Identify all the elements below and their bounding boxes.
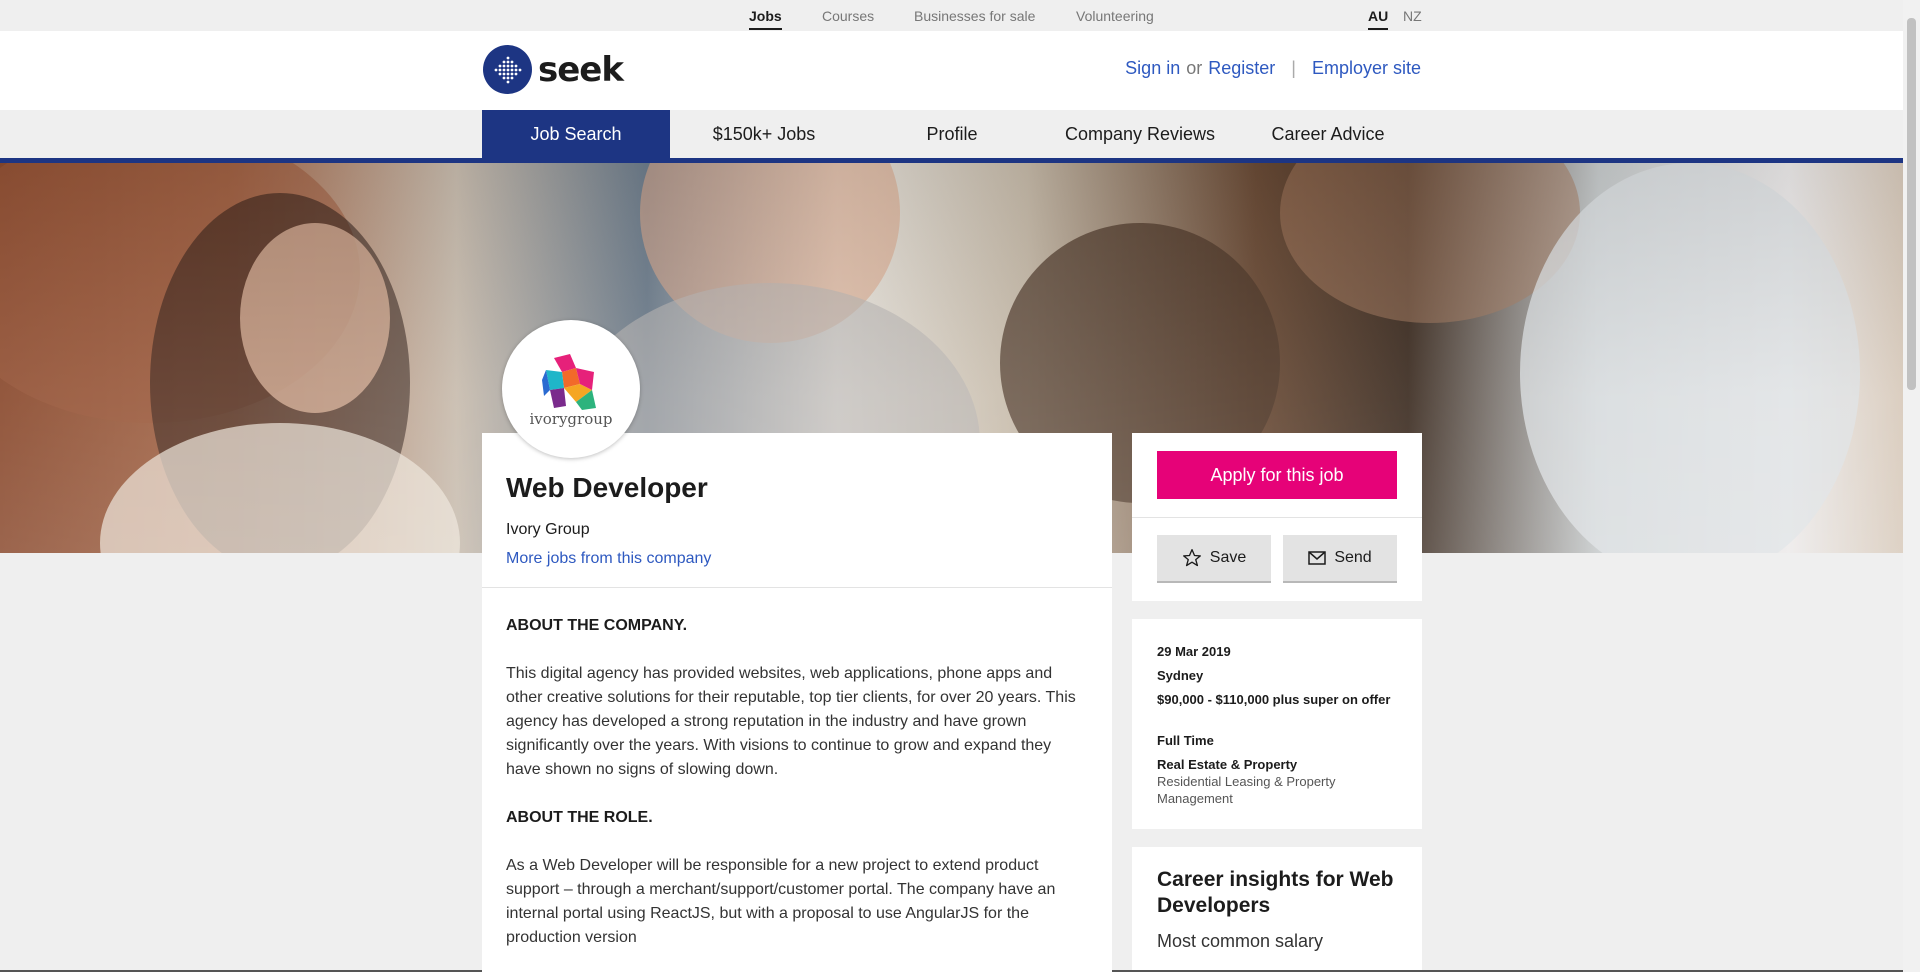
job-description: ABOUT THE COMPANY. This digital agency h… [506,614,1086,972]
nav-job-search[interactable]: Job Search [482,110,670,158]
nav-career-advice[interactable]: Career Advice [1234,110,1422,158]
scrollbar-thumb[interactable] [1907,18,1916,390]
seek-logo-text: seek [538,49,624,90]
topbar-link-courses[interactable]: Courses [822,8,874,24]
more-jobs-link[interactable]: More jobs from this company [506,550,711,568]
seek-logo-icon [483,45,532,94]
about-role-text: As a Web Developer will be responsible f… [506,857,1056,946]
company-name: Ivory Group [506,521,590,538]
apply-card: Apply for this job Save Send [1132,433,1422,601]
topbar-link-jobs[interactable]: Jobs [749,8,782,30]
nav-profile[interactable]: Profile [858,110,1046,158]
send-label: Send [1334,549,1372,566]
about-company-heading: ABOUT THE COMPANY. [506,617,688,634]
separator: | [1291,58,1296,78]
region-nz[interactable]: NZ [1403,8,1422,24]
nav-company-reviews[interactable]: Company Reviews [1046,110,1234,158]
save-button[interactable]: Save [1157,535,1271,583]
main-nav: Job Search $150k+ Jobs Profile Company R… [0,110,1903,158]
sign-in-link[interactable]: Sign in [1125,58,1180,79]
job-title: Web Developer [506,472,708,503]
register-link[interactable]: Register [1208,58,1275,79]
most-common-salary-label: Most common salary [1157,931,1324,951]
job-location: Sydney [1157,668,1204,683]
listing-date: 29 Mar 2019 [1157,644,1231,659]
page-scrollbar[interactable] [1903,0,1920,972]
topbar-link-businesses-for-sale[interactable]: Businesses for sale [914,8,1035,24]
account-links: Sign in or Register | Employer site [1125,58,1421,79]
save-label: Save [1209,549,1247,566]
job-classification: Real Estate & Property [1157,757,1298,772]
nav-150k-jobs[interactable]: $150k+ Jobs [670,110,858,158]
utility-bar: Jobs Courses Businesses for sale Volunte… [0,0,1903,31]
topbar-link-volunteering[interactable]: Volunteering [1076,8,1154,24]
site-header: seek Sign in or Register | Employer site [0,31,1903,110]
apply-button[interactable]: Apply for this job [1157,451,1397,499]
about-company-text: This digital agency has provided website… [506,665,1076,778]
about-role-heading: ABOUT THE ROLE. [506,809,653,826]
career-insights-card: Career insights for Web Developers Most … [1132,847,1422,972]
company-logo-text: ivorygroup [529,410,613,428]
envelope-icon [1308,551,1327,565]
or-text: or [1186,58,1203,78]
divider [482,587,1112,588]
job-info-card: 29 Mar 2019 Sydney $90,000 - $110,000 pl… [1132,619,1422,829]
career-insights-title: Career insights for Web Developers [1157,868,1394,917]
region-au[interactable]: AU [1368,8,1389,30]
seek-logo[interactable]: seek [483,45,624,94]
star-icon [1182,549,1201,567]
work-type: Full Time [1157,733,1214,748]
job-salary: $90,000 - $110,000 plus super on offer [1157,692,1391,707]
divider [1132,517,1422,518]
employer-site-link[interactable]: Employer site [1312,58,1421,79]
job-details-card: Web Developer Ivory Group More jobs from… [482,433,1112,972]
company-logo[interactable]: ivorygroup [502,320,640,458]
send-button[interactable]: Send [1283,535,1397,583]
elephant-icon [542,354,596,410]
job-subclassification: Residential Leasing & Property Managemen… [1157,774,1336,806]
